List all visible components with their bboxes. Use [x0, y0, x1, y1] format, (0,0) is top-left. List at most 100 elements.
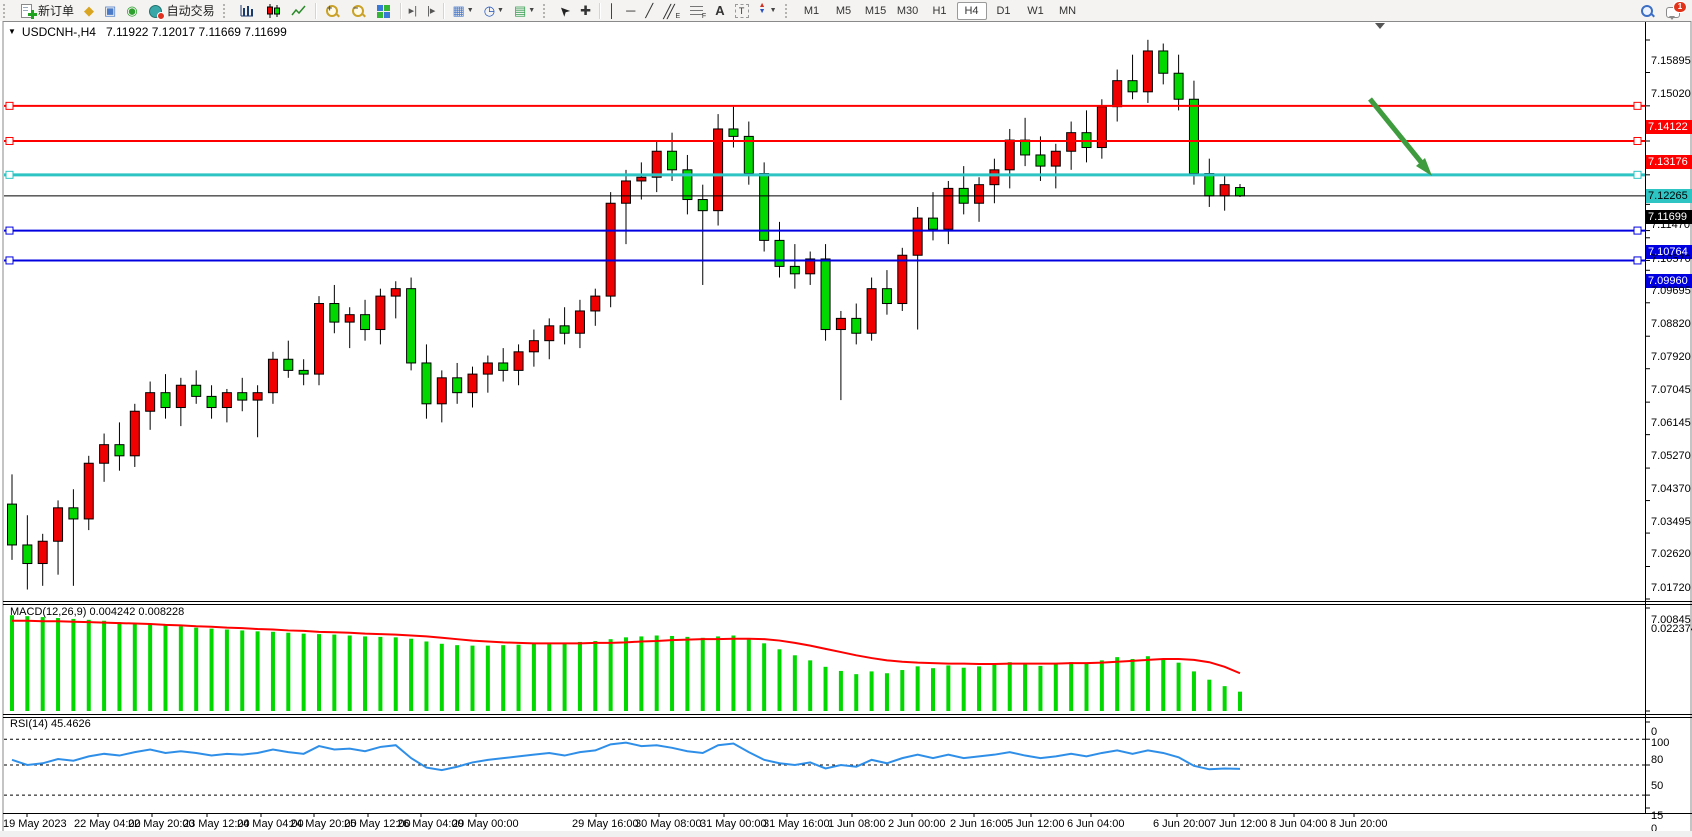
toolbar-grip[interactable] [223, 4, 229, 18]
candle [345, 315, 354, 322]
macd-histogram-bar [317, 634, 321, 711]
fibonacci-icon: F [689, 3, 705, 19]
notifications-button[interactable]: 1 [1661, 1, 1685, 21]
timeframe-m15[interactable]: M15 [861, 2, 891, 20]
candle [882, 289, 891, 304]
chart-shift-marker[interactable] [1375, 23, 1385, 29]
trend-arrow-head[interactable] [1416, 158, 1432, 176]
arrows-button[interactable]: ▲▼ ▼ [755, 1, 781, 21]
macd-histogram-bar [609, 639, 613, 711]
candle [637, 177, 646, 181]
bar-chart-button[interactable] [235, 1, 259, 21]
tile-windows-button[interactable] [372, 1, 396, 21]
auto-trading-button[interactable]: 自动交易 [144, 1, 219, 21]
candle [760, 174, 769, 241]
crosshair-button[interactable]: ✚ [576, 1, 595, 21]
text-label-button[interactable]: T [731, 1, 753, 21]
candle [1143, 51, 1152, 92]
macd-histogram-bar [164, 625, 168, 711]
candle [898, 255, 907, 303]
candle [437, 378, 446, 404]
line-handle[interactable] [6, 137, 13, 144]
text-button[interactable]: A [711, 1, 728, 21]
candle [376, 296, 385, 329]
line-chart-icon [291, 3, 307, 19]
terminal-button[interactable]: ▣ [100, 1, 120, 21]
macd-histogram-bar [194, 628, 198, 711]
zoom-out-button[interactable]: − [346, 1, 370, 21]
time-axis-label: 7 Jun 12:00 [1210, 818, 1268, 830]
timeframe-mn[interactable]: MN [1053, 2, 1083, 20]
channel-button[interactable]: ╱╱E [659, 1, 683, 21]
timeframe-d1[interactable]: D1 [989, 2, 1019, 20]
timeframe-m5[interactable]: M5 [829, 2, 859, 20]
chart-title: ▼USDCNH-,H47.11922 7.12017 7.11669 7.116… [8, 25, 287, 39]
trend-arrow[interactable] [1370, 99, 1421, 162]
line-handle[interactable] [1634, 102, 1641, 109]
search-button[interactable] [1635, 1, 1659, 21]
line-handle[interactable] [6, 257, 13, 264]
line-handle[interactable] [1634, 257, 1641, 264]
cursor-button[interactable]: ➤ [555, 1, 574, 21]
templates-button[interactable]: ▤ ▼ [510, 1, 539, 21]
line-handle[interactable] [1634, 137, 1641, 144]
candle [775, 240, 784, 266]
line-chart-button[interactable] [287, 1, 311, 21]
candle [1189, 99, 1198, 173]
trendline-button[interactable]: ╱ [641, 1, 657, 21]
line-handle[interactable] [1634, 227, 1641, 234]
candle [100, 445, 109, 464]
rsi-axis-tick: 100 [1651, 738, 1669, 749]
timeframe-h1[interactable]: H1 [925, 2, 955, 20]
candle-chart-button[interactable] [261, 1, 285, 21]
timeframe-m1[interactable]: M1 [797, 2, 827, 20]
timeframe-w1[interactable]: W1 [1021, 2, 1051, 20]
auto-trading-label: 自动交易 [167, 2, 215, 19]
timeframe-h4[interactable]: H4 [957, 2, 987, 20]
line-handle[interactable] [6, 171, 13, 178]
zoom-in-button[interactable]: + [320, 1, 344, 21]
candle [361, 315, 370, 330]
collapse-ohlc-icon[interactable]: ▼ [8, 27, 16, 36]
candle [130, 411, 139, 456]
candle [1113, 81, 1122, 107]
macd-histogram-bar [1207, 680, 1211, 711]
horizontal-line-icon: ─ [626, 3, 635, 19]
candle [1159, 51, 1168, 73]
toolbar-grip[interactable] [785, 4, 791, 18]
macd-histogram-bar [854, 674, 858, 711]
candle [913, 218, 922, 255]
line-handle[interactable] [6, 227, 13, 234]
candle [560, 326, 569, 333]
new-chart-button[interactable]: ▦ ▼ [448, 1, 477, 21]
price-axis-tick: 7.10570 [1651, 254, 1691, 265]
tile-windows-icon [376, 3, 392, 19]
macd-histogram-bar [977, 666, 981, 711]
candle [84, 463, 93, 519]
candle [668, 151, 677, 170]
macd-histogram-bar [1085, 664, 1089, 711]
horizontal-line-button[interactable]: ─ [622, 1, 639, 21]
macd-histogram-bar [210, 629, 214, 711]
vertical-line-button[interactable]: │ [604, 1, 620, 21]
periods-button[interactable]: ◷ ▼ [480, 1, 508, 21]
toolbar-grip[interactable] [3, 4, 9, 18]
toolbar-grip[interactable] [543, 4, 549, 18]
line-handle[interactable] [1634, 171, 1641, 178]
line-handle[interactable] [6, 102, 13, 109]
signals-button[interactable]: ◉ [122, 1, 141, 21]
macd-histogram-bar [87, 620, 91, 711]
macd-histogram-bar [240, 630, 244, 711]
auto-scroll-button[interactable]: ▸| [405, 1, 421, 21]
price-axis-tick: 7.07920 [1651, 352, 1691, 363]
terminal-icon: ▣ [104, 3, 116, 19]
new-order-button[interactable]: 新订单 [15, 1, 78, 21]
candle [499, 363, 508, 370]
timeframe-m30[interactable]: M30 [893, 2, 923, 20]
macd-histogram-bar [1192, 671, 1196, 711]
fibonacci-button[interactable]: F [685, 1, 709, 21]
market-watch-button[interactable]: ◆ [80, 1, 98, 21]
chart-shift-button[interactable]: |▸ [423, 1, 439, 21]
rsi-axis-tick: 80 [1651, 755, 1663, 766]
candle [1128, 81, 1137, 92]
